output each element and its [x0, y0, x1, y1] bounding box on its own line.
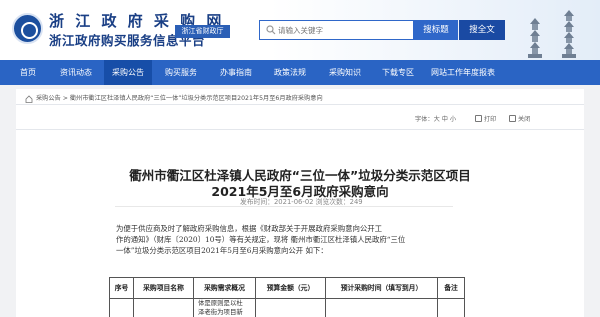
pagoda-illustration	[562, 10, 576, 58]
search-input[interactable]	[278, 22, 410, 38]
nav-item-downloads[interactable]: 下载专区	[374, 60, 422, 85]
table-header-cell: 序号	[110, 278, 134, 298]
table-header-row: 序号 采购项目名称 采购需求概况 预算金额（元） 预计采购时间（填写到月） 备注	[109, 277, 465, 299]
table-cell-demand: 体是原则是以杜	[198, 299, 243, 307]
article-paragraph-line1: 为便于供应商及时了解政府采购信息，根据《财政部关于开展政府采购意向公开工	[116, 224, 383, 233]
font-size-options[interactable]: 大 中 小	[434, 116, 457, 123]
nav-item-home[interactable]: 首页	[10, 60, 46, 85]
table-cell-demand: 泽老街为项目新	[198, 308, 243, 316]
search-box[interactable]	[259, 20, 414, 40]
article-meta: 发布时间：2021-06-02 浏览次数：249	[240, 198, 363, 206]
site-header: 浙 江 政 府 采 购 网 浙江政府购买服务信息平台 浙江省财政厅 搜标题 搜全…	[0, 0, 600, 60]
nav-item-news[interactable]: 资讯动态	[52, 60, 100, 85]
nav-item-annual-report[interactable]: 网站工作年度报表	[428, 60, 498, 85]
meta-divider	[115, 206, 453, 207]
site-logo[interactable]	[12, 13, 43, 44]
font-size-label: 字体：	[415, 116, 434, 123]
print-icon	[475, 115, 482, 122]
breadcrumb-divider	[16, 104, 584, 105]
nav-item-policies[interactable]: 政策法规	[266, 60, 314, 85]
tools-divider	[16, 129, 584, 130]
nav-item-knowledge[interactable]: 采购知识	[320, 60, 370, 85]
nav-item-purchase-services[interactable]: 购买服务	[156, 60, 206, 85]
pagoda-illustration	[528, 18, 542, 58]
home-icon	[25, 95, 33, 103]
print-tool[interactable]: 打印	[475, 115, 496, 125]
print-label[interactable]: 打印	[484, 116, 496, 123]
article-paragraph-line3: 一体”垃圾分类示范区项目2021年5月至6月采购意向公开 如下：	[116, 246, 328, 255]
font-size-tools: 字体：大 中 小	[415, 115, 456, 125]
search-fulltext-button[interactable]: 搜全文	[459, 20, 505, 40]
table-header-cell: 备注	[444, 284, 458, 292]
table-header-cell: 预算金额（元）	[256, 278, 326, 298]
department-badge: 浙江省财政厅	[175, 25, 230, 38]
table-header-cell: 采购需求概况	[194, 278, 256, 298]
close-tool[interactable]: 关闭	[509, 115, 530, 125]
table-header-cell: 预计采购时间（填写到月）	[326, 278, 438, 298]
table-row: 体是原则是以杜 泽老街为项目新	[109, 299, 465, 317]
search-icon	[266, 25, 276, 35]
nav-item-guide[interactable]: 办事指南	[212, 60, 260, 85]
nav-item-procurement-notices[interactable]: 采购公告	[104, 60, 152, 85]
close-label[interactable]: 关闭	[518, 116, 530, 123]
article-paragraph-line2: 作的通知》（财库〔2020〕10号）等有关规定，现将 衢州市衢江区杜泽镇人民政府…	[116, 235, 406, 244]
search-title-button[interactable]: 搜标题	[414, 20, 458, 40]
main-nav: 首页 资讯动态 采购公告 购买服务 办事指南 政策法规 采购知识 下载专区 网站…	[0, 60, 600, 85]
close-icon	[509, 115, 516, 122]
table-header-cell: 采购项目名称	[134, 278, 194, 298]
